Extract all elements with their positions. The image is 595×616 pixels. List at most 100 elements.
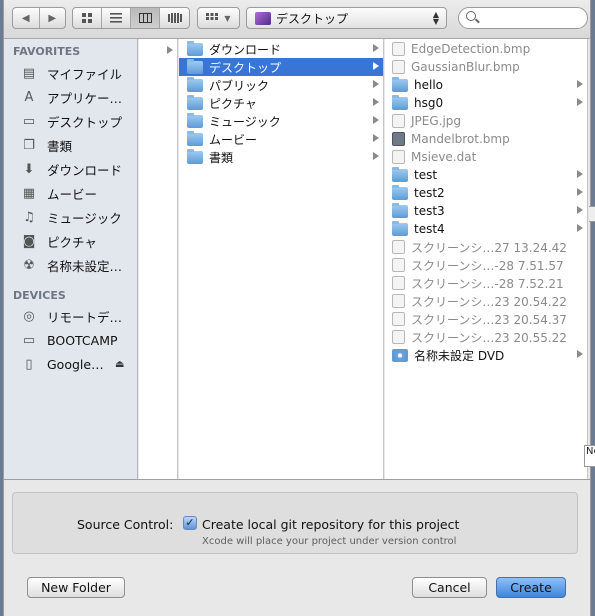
list-item[interactable]: 名称未設定 DVD <box>385 346 587 364</box>
list-view-icon <box>110 13 122 23</box>
list-item[interactable]: スクリーンシ…23 20.54.22 <box>385 292 587 310</box>
sidebar-item-remote-disc[interactable]: ◎ リモートデ… <box>20 305 122 327</box>
disclosure-arrow-icon <box>373 152 379 160</box>
coverflow-view-button[interactable] <box>160 8 189 28</box>
chevron-down-icon: ▼ <box>224 13 231 23</box>
file-icon <box>392 240 405 254</box>
file-icon <box>392 330 405 344</box>
list-item-label: Msieve.dat <box>411 150 477 164</box>
git-repository-label[interactable]: Create local git repository for this pro… <box>202 517 459 532</box>
sidebar: FAVORITES ▤ マイファイル A アプリケー… ▭ デスクトップ ❐ 書… <box>4 39 138 479</box>
sidebar-item-pictures[interactable]: ◙ ピクチャ <box>20 230 97 252</box>
forward-button[interactable]: ▶ <box>40 8 66 28</box>
disclosure-arrow-icon <box>577 350 583 358</box>
list-item-selected[interactable]: デスクトップ <box>179 58 383 76</box>
browser-column-2: ダウンロード デスクトップ パブリック ピクチャ ミュージック ムービー 書類 <box>179 39 384 479</box>
sidebar-item-label: デスクトップ <box>47 114 123 130</box>
list-item[interactable]: スクリーンシ…-28 7.51.57 <box>385 256 587 274</box>
cancel-button[interactable]: Cancel <box>412 577 487 598</box>
list-item[interactable]: パブリック <box>179 76 383 94</box>
sidebar-item-google[interactable]: ▯ Google… ⏏ <box>20 353 124 375</box>
list-item-label: スクリーンシ…-28 7.51.57 <box>411 258 564 273</box>
sidebar-item-downloads[interactable]: ⬇ ダウンロード <box>20 158 122 180</box>
location-label: デスクトップ <box>276 11 349 26</box>
dvd-icon: ☢ <box>23 257 35 273</box>
sidebar-item-documents[interactable]: ❐ 書類 <box>20 134 72 156</box>
list-item[interactable]: ミュージック <box>179 112 383 130</box>
disclosure-arrow-icon <box>373 62 379 70</box>
sidebar-item-movies[interactable]: ▦ ムービー <box>20 182 97 204</box>
list-item[interactable]: JPEG.jpg <box>385 112 587 130</box>
new-folder-button[interactable]: New Folder <box>27 577 125 598</box>
sidebar-item-label: Google… <box>47 356 104 372</box>
list-item[interactable]: test4 <box>385 220 587 238</box>
back-button[interactable]: ◀ <box>13 8 40 28</box>
sidebar-item-desktop[interactable]: ▭ デスクトップ <box>20 110 122 132</box>
file-icon <box>392 132 405 146</box>
list-item-label: hsg0 <box>414 96 444 110</box>
sidebar-item-label: 名称未設定… <box>47 258 123 274</box>
list-item-label: JPEG.jpg <box>411 114 462 128</box>
view-mode-control <box>72 7 190 29</box>
list-item-label: スクリーンシ…23 20.54.37 <box>411 312 567 327</box>
sidebar-item-applications[interactable]: A アプリケー… <box>20 86 122 108</box>
file-icon <box>392 114 405 128</box>
create-button[interactable]: Create <box>496 577 566 598</box>
sidebar-item-dvd[interactable]: ☢ 名称未設定… <box>20 254 122 276</box>
list-item-label: test <box>414 168 438 182</box>
list-item[interactable]: ダウンロード <box>179 40 383 58</box>
my-files-icon: ▤ <box>22 65 36 81</box>
icon-view-button[interactable] <box>73 8 102 28</box>
sidebar-item-music[interactable]: ♫ ミュージック <box>20 206 122 228</box>
search-field[interactable] <box>458 7 588 29</box>
dvd-icon <box>392 348 408 362</box>
applications-icon: A <box>24 89 34 105</box>
list-item[interactable]: GaussianBlur.bmp <box>385 58 587 76</box>
list-item[interactable]: スクリーンシ…23 20.55.22 <box>385 328 587 346</box>
location-popup[interactable]: デスクトップ ▲ ▼ <box>246 7 447 29</box>
list-item[interactable]: hsg0 <box>385 94 587 112</box>
list-item[interactable] <box>139 42 177 60</box>
nav-buttons: ◀ ▶ <box>12 7 66 29</box>
disclosure-arrow-icon <box>577 80 583 88</box>
list-item[interactable]: 書類 <box>179 148 383 166</box>
file-icon <box>392 150 405 164</box>
sidebar-item-my-files[interactable]: ▤ マイファイル <box>20 62 122 84</box>
arrange-button[interactable]: ▼ <box>197 7 240 29</box>
disclosure-arrow-icon <box>373 116 379 124</box>
list-item[interactable]: test2 <box>385 184 587 202</box>
list-item-label: GaussianBlur.bmp <box>411 60 520 74</box>
list-view-button[interactable] <box>102 8 131 28</box>
list-item[interactable]: スクリーンシ…-28 7.52.21 <box>385 274 587 292</box>
dialog-footer: Source Control: ✓ Create local git repos… <box>4 479 590 616</box>
list-item-label: hello <box>414 78 443 92</box>
eject-icon[interactable]: ⏏ <box>115 359 124 370</box>
list-item[interactable]: Mandelbrot.bmp <box>385 130 587 148</box>
sidebar-item-label: マイファイル <box>47 66 123 82</box>
list-item[interactable]: test <box>385 166 587 184</box>
list-item[interactable]: スクリーンシ…27 13.24.42 <box>385 238 587 256</box>
folder-icon <box>392 184 408 200</box>
list-item[interactable]: hello <box>385 76 587 94</box>
search-icon <box>466 11 476 21</box>
disclosure-arrow-icon <box>577 224 583 232</box>
desktop-icon: ▭ <box>22 113 36 129</box>
icon-view-icon <box>81 12 92 23</box>
list-item[interactable]: スクリーンシ…23 20.54.37 <box>385 310 587 328</box>
list-item[interactable]: EdgeDetection.bmp <box>385 40 587 58</box>
list-item-label: デスクトップ <box>209 60 282 75</box>
disclosure-arrow-icon <box>577 188 583 196</box>
folder-icon <box>392 76 408 92</box>
list-item-label: スクリーンシ…-28 7.52.21 <box>411 276 564 291</box>
sidebar-item-bootcamp[interactable]: ▭ BOOTCAMP <box>20 329 118 351</box>
column-view-button[interactable] <box>131 8 160 28</box>
list-item[interactable]: test3 <box>385 202 587 220</box>
git-repository-checkbox[interactable]: ✓ <box>183 516 197 530</box>
list-item[interactable]: ピクチャ <box>179 94 383 112</box>
browser-column-1 <box>139 39 178 479</box>
disclosure-arrow-icon <box>577 206 583 214</box>
git-repository-hint: Xcode will place your project under vers… <box>202 536 457 547</box>
list-item[interactable]: ムービー <box>179 130 383 148</box>
list-item[interactable]: Msieve.dat <box>385 148 587 166</box>
disclosure-arrow-icon <box>373 44 379 52</box>
